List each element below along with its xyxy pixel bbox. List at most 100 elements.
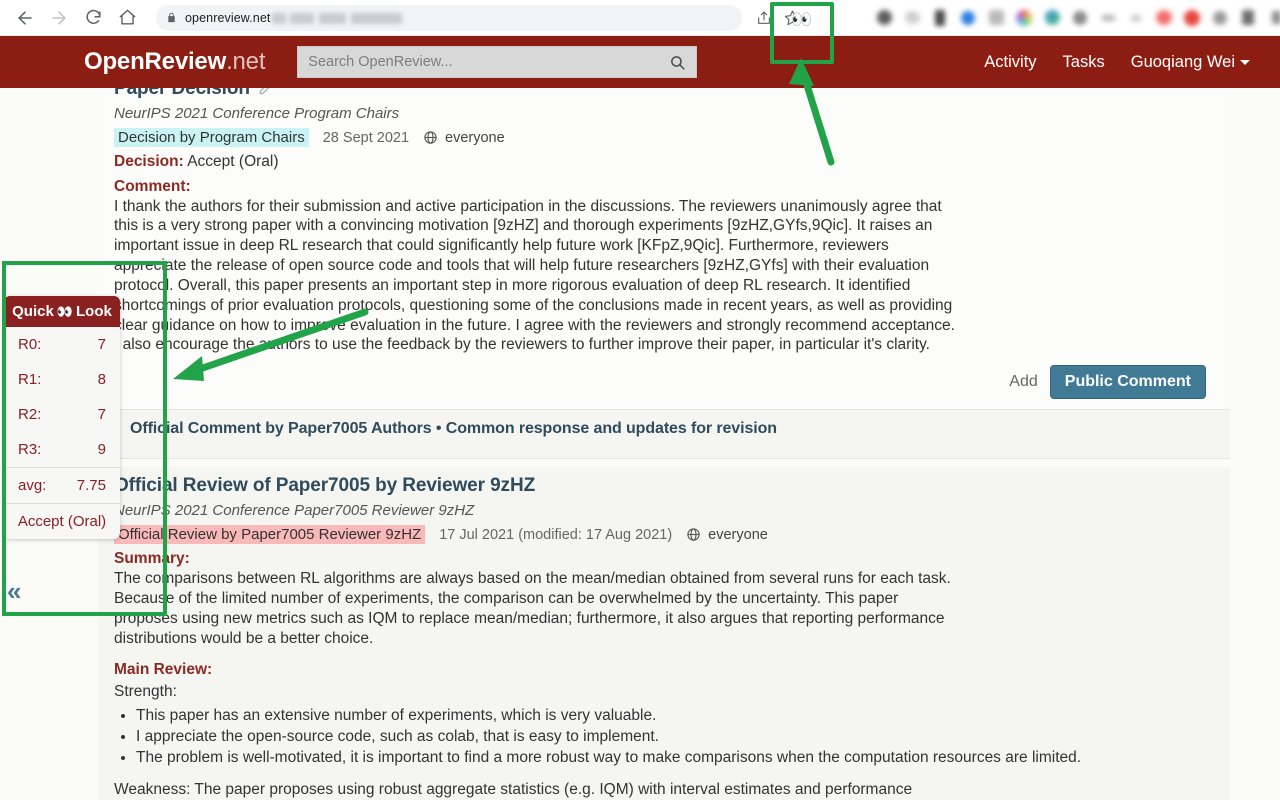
score-value: 9 <box>97 441 106 458</box>
note-official-review: Official Review of Paper7005 by Reviewer… <box>98 467 1230 800</box>
strength-list: This paper has an extensive number of ex… <box>136 706 1214 767</box>
nav-user-menu[interactable]: Guoqiang Wei <box>1131 53 1250 72</box>
extension-icon-blurred-1[interactable] <box>870 4 898 32</box>
reload-icon[interactable] <box>78 3 108 33</box>
spacer <box>98 459 1230 468</box>
score-value: 7 <box>97 336 106 353</box>
extension-icon-blurred-15[interactable] <box>1262 4 1280 32</box>
quick-look-title-left: Quick <box>12 303 54 320</box>
quick-look-title-right: Look <box>76 303 112 320</box>
forward-arrow-icon[interactable] <box>44 3 74 33</box>
note-paper-decision: Paper Decision NeurIPS 2021 Conference P… <box>98 88 1230 410</box>
extension-icon-blurred-11[interactable] <box>1150 4 1178 32</box>
extension-icon-blurred-5[interactable] <box>982 4 1010 32</box>
list-item: The problem is well-motivated, it is imp… <box>136 748 1214 768</box>
collapse-panel-button[interactable]: « <box>7 578 22 604</box>
score-row-r0: R0: 7 <box>4 327 120 362</box>
brand-main: OpenReview <box>84 48 227 75</box>
nav-activity[interactable]: Activity <box>984 53 1036 72</box>
quick-look-decision: Accept (Oral) <box>4 503 120 539</box>
comment-body: I thank the authors for their submission… <box>114 197 955 354</box>
search-input[interactable] <box>308 54 687 70</box>
note-date: 28 Sept 2021 <box>322 129 410 146</box>
decision-field-label: Decision: <box>114 153 184 170</box>
site-header: OpenReview.net Activity Tasks Guoqiang W… <box>0 36 1280 88</box>
score-label: R0: <box>18 336 42 353</box>
extension-icon-blurred-12[interactable] <box>1178 4 1206 32</box>
extension-icon-blurred-3[interactable] <box>926 4 954 32</box>
add-comment-row: Add Public Comment <box>114 365 1214 400</box>
search-box[interactable] <box>297 46 698 78</box>
score-row-average: avg: 7.75 <box>4 467 120 503</box>
decision-field-value: Accept (Oral) <box>187 153 279 170</box>
url-text: openreview.net <box>185 10 271 25</box>
extension-icon-blurred-8[interactable] <box>1066 4 1094 32</box>
extension-icon-blurred-14[interactable] <box>1234 4 1262 32</box>
review-title[interactable]: Official Review of Paper7005 by Reviewer… <box>114 475 1214 497</box>
comment-field-label-row: Comment: <box>114 177 1214 197</box>
extension-icon-blurred-7[interactable] <box>1038 4 1066 32</box>
page-content: Paper Decision NeurIPS 2021 Conference P… <box>0 88 1280 800</box>
review-invitation-badge: Official Review by Paper7005 Reviewer 9z… <box>114 525 426 545</box>
score-row-r3: R3: 9 <box>4 432 120 467</box>
url-path-blurred <box>271 13 402 24</box>
decision-field: Decision: Accept (Oral) <box>114 152 1214 172</box>
site-nav: Activity Tasks Guoqiang Wei <box>984 53 1250 72</box>
note-title: Paper Decision <box>114 88 1214 100</box>
note-meta: Decision by Program Chairs 28 Sept 2021 … <box>114 128 1214 147</box>
address-bar[interactable]: openreview.net <box>156 4 742 31</box>
note-official-comment[interactable]: Official Comment by Paper7005 Authors • … <box>98 410 1230 459</box>
chevron-down-icon <box>1240 59 1250 65</box>
pencil-icon[interactable] <box>258 88 272 96</box>
brand-suffix: .net <box>226 48 266 75</box>
extension-icon-blurred-9[interactable] <box>1094 4 1122 32</box>
note-authors: NeurIPS 2021 Conference Program Chairs <box>114 105 400 122</box>
eyes-icon: 👀 <box>56 304 74 319</box>
globe-icon <box>686 527 701 542</box>
readers-label: everyone <box>445 129 505 146</box>
note-title-text: Paper Decision <box>114 88 250 99</box>
site-logo[interactable]: OpenReview.net <box>84 48 265 76</box>
extension-icon-blurred-10[interactable] <box>1122 4 1150 32</box>
note-readers: everyone <box>423 130 505 146</box>
share-icon[interactable] <box>750 4 778 32</box>
review-meta: Official Review by Paper7005 Reviewer 9z… <box>114 525 1214 545</box>
list-item: This paper has an extensive number of ex… <box>136 706 1214 726</box>
summary-body: The comparisons between RL algorithms ar… <box>114 570 951 647</box>
score-value: 8 <box>97 371 106 388</box>
review-date: 17 Jul 2021 (modified: 17 Aug 2021) <box>439 526 673 543</box>
score-label: R1: <box>18 371 42 388</box>
average-value: 7.75 <box>76 477 106 494</box>
main-review-label: Main Review: <box>114 661 213 679</box>
score-row-r1: R1: 8 <box>4 362 120 397</box>
extension-icon-blurred-2[interactable] <box>898 4 926 32</box>
globe-icon <box>423 130 438 145</box>
collapsed-note-title[interactable]: Official Comment by Paper7005 Authors • … <box>114 410 1214 448</box>
summary-label-row: Summary: <box>114 549 1214 569</box>
extension-icon-blurred-6[interactable] <box>1010 4 1038 32</box>
main-review-label-row: Main Review: <box>114 660 1214 680</box>
nav-user-name: Guoqiang Wei <box>1130 52 1235 71</box>
score-value: 7 <box>97 406 106 423</box>
lock-icon <box>166 11 177 24</box>
eyes-extension-icon[interactable] <box>806 4 870 32</box>
nav-tasks[interactable]: Tasks <box>1063 53 1105 72</box>
readers-label: everyone <box>708 526 768 543</box>
public-comment-button[interactable]: Public Comment <box>1049 365 1206 400</box>
score-row-r2: R2: 7 <box>4 397 120 432</box>
quick-look-panel[interactable]: Quick 👀 Look R0: 7 R1: 8 R2: 7 R3: 9 avg… <box>4 296 120 539</box>
extension-icon-blurred-13[interactable] <box>1206 4 1234 32</box>
quick-look-header: Quick 👀 Look <box>4 296 120 327</box>
search-icon[interactable] <box>669 54 686 71</box>
extension-icon-blurred-4[interactable] <box>954 4 982 32</box>
browser-toolbar: openreview.net <box>0 0 1280 36</box>
review-authors: NeurIPS 2021 Conference Paper7005 Review… <box>114 502 475 520</box>
back-arrow-icon[interactable] <box>10 3 40 33</box>
strength-label: Strength: <box>114 683 177 701</box>
average-label: avg: <box>18 477 47 494</box>
weakness-body: Weakness: The paper proposes using robus… <box>114 780 913 798</box>
home-icon[interactable] <box>112 3 142 33</box>
score-label: R2: <box>18 406 42 423</box>
eyes-extension-glyph[interactable]: 👀 <box>789 10 815 28</box>
add-label: Add <box>1009 373 1038 391</box>
